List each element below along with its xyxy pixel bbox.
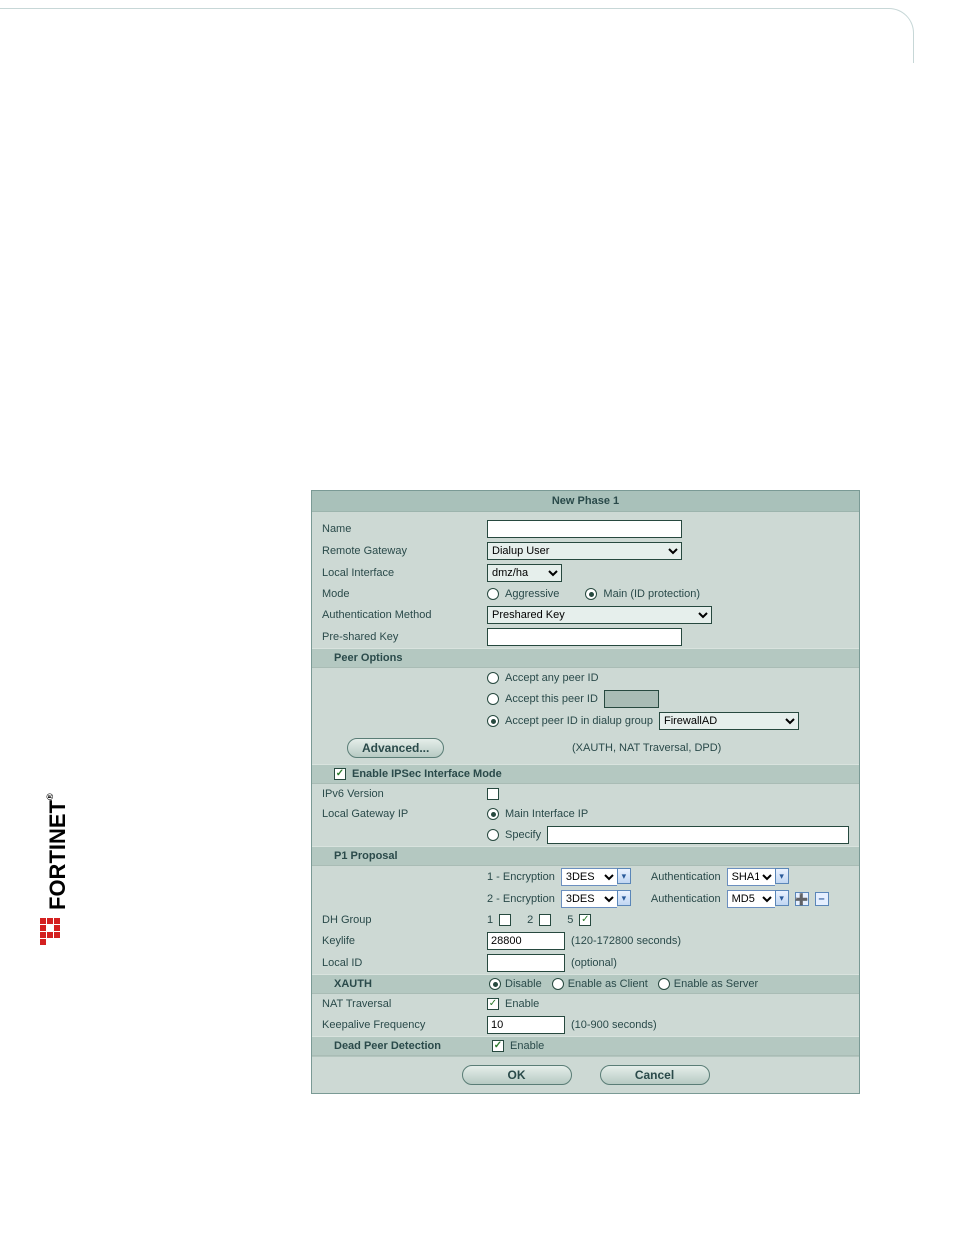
label-nat: NAT Traversal — [322, 998, 487, 1010]
enc1-prefix: 1 - Encryption — [487, 871, 555, 883]
ipsec-mode-checkbox[interactable] — [334, 768, 346, 780]
mode-aggressive-label: Aggressive — [505, 588, 559, 600]
chevron-down-icon[interactable]: ▾ — [775, 890, 789, 906]
localgw-specify-label: Specify — [505, 829, 541, 841]
advanced-hint: (XAUTH, NAT Traversal, DPD) — [444, 742, 849, 754]
peer-this-radio[interactable] — [487, 693, 499, 705]
dpd-label: Dead Peer Detection — [334, 1040, 486, 1052]
chevron-down-icon[interactable]: ▾ — [617, 890, 631, 906]
section-dpd: Dead Peer Detection Enable — [312, 1036, 859, 1056]
localgw-specify-input[interactable] — [547, 826, 849, 844]
ipv6-checkbox[interactable] — [487, 788, 499, 800]
peer-any-label: Accept any peer ID — [505, 672, 599, 684]
new-phase1-dialog: New Phase 1 Name Remote Gateway Dialup U… — [311, 490, 860, 1094]
auth2-select[interactable]: MD5 — [727, 890, 775, 908]
label-psk: Pre-shared Key — [322, 631, 487, 643]
local-interface-select[interactable]: dmz/ha — [487, 564, 562, 582]
label-remote-gateway: Remote Gateway — [322, 545, 487, 557]
label-local-interface: Local Interface — [322, 567, 487, 579]
ipsec-mode-label: Enable IPSec Interface Mode — [352, 768, 502, 780]
xauth-server-label: Enable as Server — [674, 978, 758, 990]
ok-button[interactable]: OK — [462, 1065, 572, 1085]
label-ipv6: IPv6 Version — [322, 788, 487, 800]
dh1-label: 1 — [487, 914, 493, 926]
enc2-select[interactable]: 3DES — [561, 890, 617, 908]
peer-group-radio[interactable] — [487, 715, 499, 727]
fortinet-logo-icon — [40, 918, 60, 946]
advanced-button[interactable]: Advanced... — [347, 738, 444, 758]
mode-main-radio[interactable] — [585, 588, 597, 600]
xauth-server-radio[interactable] — [658, 978, 670, 990]
dh2-checkbox[interactable] — [539, 914, 551, 926]
section-xauth: XAUTH Disable Enable as Client Enable as… — [312, 974, 859, 994]
enc2-prefix: 2 - Encryption — [487, 893, 555, 905]
auth1-select[interactable]: SHA1 — [727, 868, 775, 886]
nat-checkbox[interactable] — [487, 998, 499, 1010]
localgw-main-radio[interactable] — [487, 808, 499, 820]
label-localid: Local ID — [322, 957, 487, 969]
label-dh-group: DH Group — [322, 914, 487, 926]
cancel-button[interactable]: Cancel — [600, 1065, 710, 1085]
dpd-checkbox[interactable] — [492, 1040, 504, 1052]
mode-aggressive-radio[interactable] — [487, 588, 499, 600]
xauth-disable-label: Disable — [505, 978, 542, 990]
page-header-curve — [0, 8, 914, 63]
peer-group-label: Accept peer ID in dialup group — [505, 715, 653, 727]
keepalive-input[interactable] — [487, 1016, 565, 1034]
chevron-down-icon[interactable]: ▾ — [617, 868, 631, 884]
label-keepalive: Keepalive Frequency — [322, 1019, 487, 1031]
keylife-input[interactable] — [487, 932, 565, 950]
enc1-select[interactable]: 3DES — [561, 868, 617, 886]
add-proposal-icon[interactable]: ➕ — [795, 892, 809, 906]
section-peer-options: Peer Options — [312, 648, 859, 668]
chevron-down-icon[interactable]: ▾ — [775, 868, 789, 884]
localid-input[interactable] — [487, 954, 565, 972]
localgw-main-label: Main Interface IP — [505, 808, 588, 820]
logo-text: FORTINET — [45, 800, 70, 910]
auth1-label: Authentication — [651, 871, 721, 883]
peer-any-radio[interactable] — [487, 672, 499, 684]
xauth-label: XAUTH — [334, 978, 489, 990]
remote-gateway-select[interactable]: Dialup User — [487, 542, 682, 560]
mode-main-label: Main (ID protection) — [603, 588, 700, 600]
dh1-checkbox[interactable] — [499, 914, 511, 926]
label-mode: Mode — [322, 588, 487, 600]
dpd-enable-label: Enable — [510, 1040, 544, 1052]
label-name: Name — [322, 523, 487, 535]
auth2-label: Authentication — [651, 893, 721, 905]
peer-group-select[interactable]: FirewallAD — [659, 712, 799, 730]
name-input[interactable] — [487, 520, 682, 538]
keepalive-hint: (10-900 seconds) — [571, 1019, 657, 1031]
keylife-hint: (120-172800 seconds) — [571, 935, 681, 947]
section-p1-proposal: P1 Proposal — [312, 846, 859, 866]
localid-hint: (optional) — [571, 957, 617, 969]
xauth-disable-radio[interactable] — [489, 978, 501, 990]
dh5-label: 5 — [567, 914, 573, 926]
nat-enable-label: Enable — [505, 998, 539, 1010]
xauth-client-label: Enable as Client — [568, 978, 648, 990]
logo-reg: ® — [45, 793, 55, 800]
section-ipsec-mode: Enable IPSec Interface Mode — [312, 764, 859, 784]
fortinet-logo-text: FORTINET® — [45, 793, 71, 910]
peer-this-label: Accept this peer ID — [505, 693, 598, 705]
auth-method-select[interactable]: Preshared Key — [487, 606, 712, 624]
dh5-checkbox[interactable] — [579, 914, 591, 926]
label-keylife: Keylife — [322, 935, 487, 947]
peer-this-input[interactable] — [604, 690, 659, 708]
xauth-client-radio[interactable] — [552, 978, 564, 990]
localgw-specify-radio[interactable] — [487, 829, 499, 841]
psk-input[interactable] — [487, 628, 682, 646]
dh2-label: 2 — [527, 914, 533, 926]
remove-proposal-icon[interactable]: – — [815, 892, 829, 906]
label-local-gw: Local Gateway IP — [322, 808, 487, 820]
dialog-title: New Phase 1 — [312, 491, 859, 512]
label-auth-method: Authentication Method — [322, 609, 487, 621]
